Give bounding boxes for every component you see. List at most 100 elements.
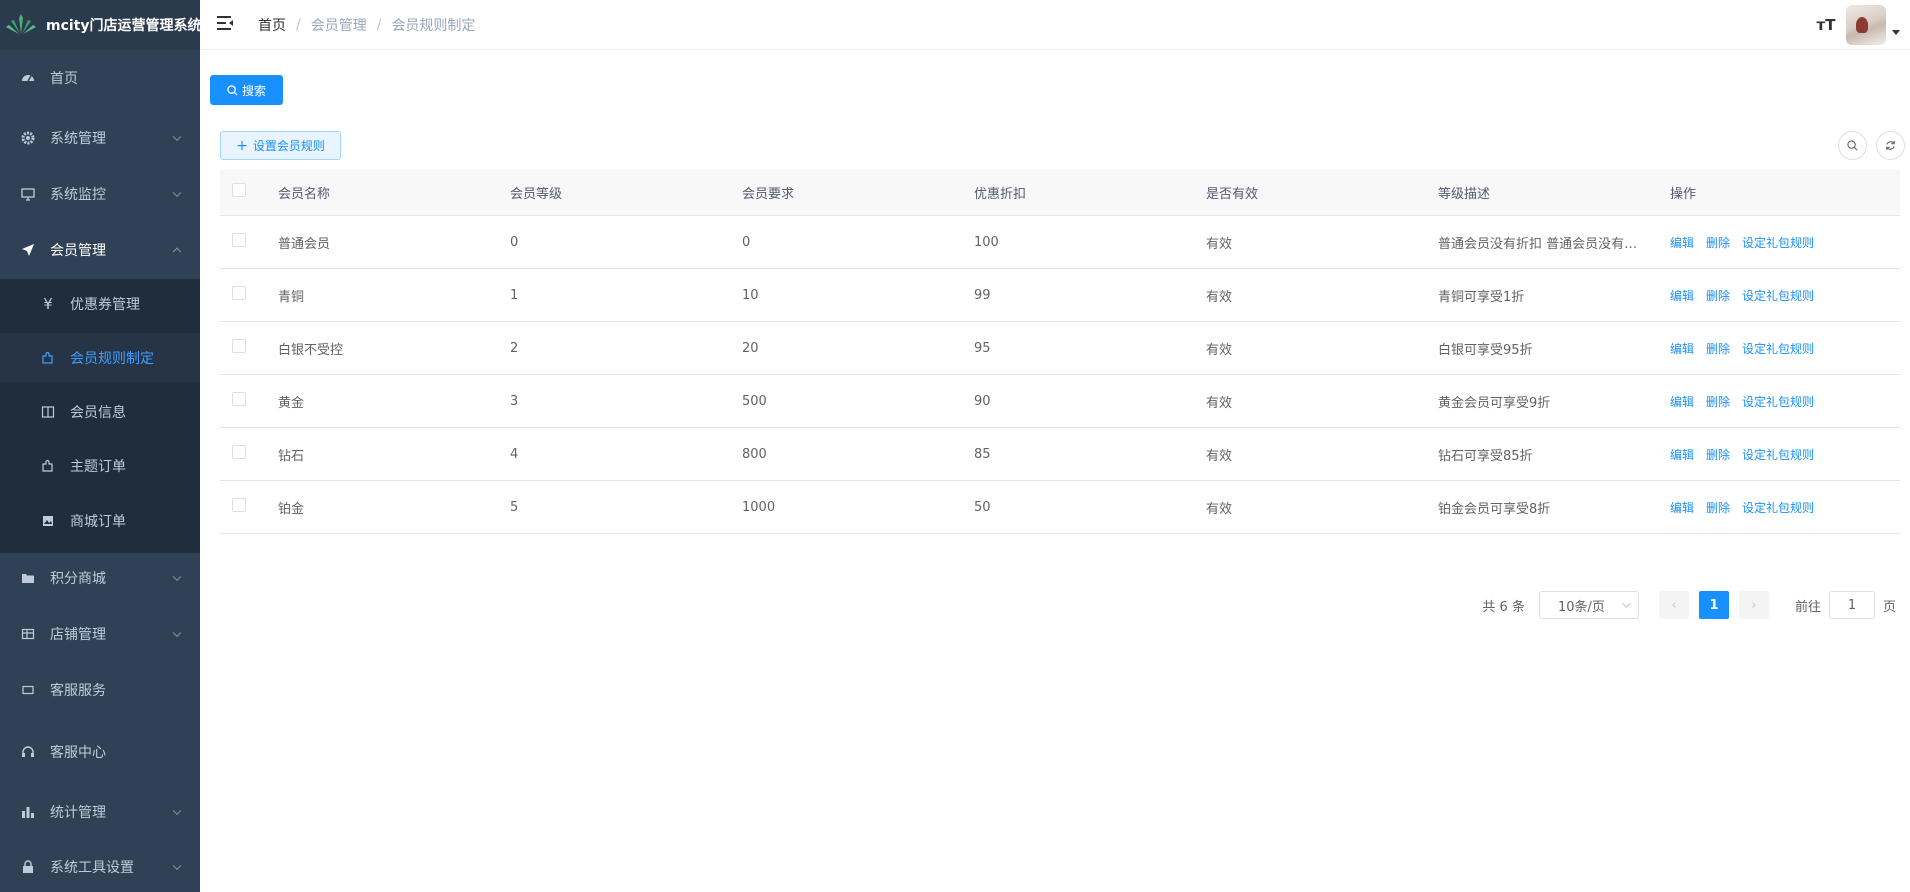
chevron-down-icon bbox=[1622, 599, 1631, 608]
sidebar-item-monitor[interactable]: 系统监控 bbox=[0, 169, 200, 219]
row-checkbox[interactable] bbox=[232, 392, 246, 406]
edit-link[interactable]: 编辑 bbox=[1670, 342, 1694, 356]
breadcrumb-current: 会员规则制定 bbox=[391, 17, 476, 34]
sidebar-item-cs-center[interactable]: 客服中心 bbox=[0, 727, 200, 777]
next-page-button[interactable]: › bbox=[1738, 591, 1769, 619]
sidebar-item-coupon[interactable]: ¥ 优惠券管理 bbox=[0, 279, 200, 329]
cell-valid: 有效 bbox=[1206, 236, 1233, 252]
delete-link[interactable]: 删除 bbox=[1706, 342, 1730, 356]
sidebar-item-tools[interactable]: 系统工具设置 bbox=[0, 842, 200, 892]
cell-level-description: 铂金会员可享受8折 bbox=[1438, 501, 1551, 517]
cell-member-name: 钻石 bbox=[278, 448, 305, 464]
chevron-down-icon bbox=[172, 132, 182, 142]
row-checkbox[interactable] bbox=[232, 286, 246, 300]
edit-link[interactable]: 编辑 bbox=[1670, 501, 1694, 515]
sidebar-item-label: 首页 bbox=[50, 71, 78, 87]
toggle-search-button[interactable] bbox=[1838, 131, 1867, 160]
cell-discount: 100 bbox=[974, 234, 999, 250]
row-checkbox[interactable] bbox=[232, 498, 246, 512]
sidebar-item-member-rules[interactable]: 会员规则制定 bbox=[0, 333, 200, 382]
delete-link[interactable]: 删除 bbox=[1706, 501, 1730, 515]
edit-link[interactable]: 编辑 bbox=[1670, 289, 1694, 303]
table-row: 普通会员 0 0 100 有效 普通会员没有折扣 普通会员没有折扣 编辑 删除 设定… bbox=[220, 216, 1900, 269]
cell-operations: 编辑 删除 设定礼包规则 bbox=[1660, 446, 1900, 463]
sidebar-item-store[interactable]: 店铺管理 bbox=[0, 609, 200, 659]
sidebar-item-theme-orders[interactable]: 主题订单 bbox=[0, 441, 200, 491]
row-checkbox[interactable] bbox=[232, 339, 246, 353]
sidebar-item-label: 主题订单 bbox=[70, 459, 126, 475]
breadcrumb-home[interactable]: 首页 bbox=[258, 15, 286, 35]
select-all-checkbox[interactable] bbox=[232, 183, 246, 197]
table-row: 青铜 1 10 99 有效 青铜可享受1折 编辑 删除 设定礼包规则 bbox=[220, 269, 1900, 322]
table-row: 铂金 5 1000 50 有效 铂金会员可享受8折 编辑 删除 设定礼包规则 bbox=[220, 481, 1900, 534]
book-icon bbox=[40, 404, 56, 420]
sidebar-item-member-info[interactable]: 会员信息 bbox=[0, 387, 200, 437]
cell-member-level: 1 bbox=[510, 287, 519, 303]
sidebar-item-label: 优惠券管理 bbox=[70, 297, 140, 313]
delete-link[interactable]: 删除 bbox=[1706, 236, 1730, 250]
breadcrumb-separator: / bbox=[376, 16, 382, 33]
hamburger-button[interactable] bbox=[200, 0, 250, 50]
prev-page-button[interactable]: ‹ bbox=[1658, 591, 1689, 619]
gift-rule-link[interactable]: 设定礼包规则 bbox=[1742, 395, 1814, 409]
page-number-current[interactable]: 1 bbox=[1698, 591, 1729, 619]
sidebar-item-label: 店铺管理 bbox=[50, 627, 106, 643]
sidebar-item-points-mall[interactable]: 积分商城 bbox=[0, 553, 200, 603]
gift-rule-link[interactable]: 设定礼包规则 bbox=[1742, 448, 1814, 462]
sidebar-item-home[interactable]: 首页 bbox=[0, 53, 200, 103]
chevron-down-icon bbox=[172, 572, 182, 582]
chevron-down-icon bbox=[172, 628, 182, 638]
sidebar-item-member[interactable]: 会员管理 bbox=[0, 225, 200, 275]
column-header: 会员等级 bbox=[510, 186, 563, 202]
delete-link[interactable]: 删除 bbox=[1706, 395, 1730, 409]
edit-link[interactable]: 编辑 bbox=[1670, 395, 1694, 409]
sidebar-item-cs-service[interactable]: 客服服务 bbox=[0, 665, 200, 715]
gift-rule-link[interactable]: 设定礼包规则 bbox=[1742, 342, 1814, 356]
headset-icon bbox=[20, 744, 36, 760]
cell-member-requirement: 500 bbox=[742, 393, 767, 409]
cell-member-name: 普通会员 bbox=[278, 236, 331, 252]
goto-page-input[interactable] bbox=[1828, 591, 1875, 619]
delete-link[interactable]: 删除 bbox=[1706, 448, 1730, 462]
row-check-cell bbox=[220, 233, 268, 251]
sidebar-item-mall-orders[interactable]: 商城订单 bbox=[0, 496, 200, 546]
table-row: 黄金 3 500 90 有效 黄金会员可享受9折 编辑 删除 设定礼包规则 bbox=[220, 375, 1900, 428]
row-check-cell bbox=[220, 445, 268, 463]
sidebar-item-system[interactable]: 系统管理 bbox=[0, 113, 200, 163]
sidebar-item-stats[interactable]: 统计管理 bbox=[0, 787, 200, 837]
refresh-button[interactable] bbox=[1876, 131, 1905, 160]
hamburger-icon bbox=[216, 15, 234, 35]
cell-member-requirement: 0 bbox=[742, 234, 751, 250]
search-button[interactable]: 搜索 bbox=[210, 75, 283, 105]
gift-rule-link[interactable]: 设定礼包规则 bbox=[1742, 289, 1814, 303]
paper-plane-icon bbox=[20, 242, 36, 258]
avatar[interactable] bbox=[1846, 5, 1886, 45]
column-header: 是否有效 bbox=[1206, 186, 1259, 202]
edit-link[interactable]: 编辑 bbox=[1670, 236, 1694, 250]
page-size-select[interactable]: 10条/页 bbox=[1538, 591, 1639, 619]
table-header: 会员名称 会员等级 会员要求 优惠折扣 是否有效 等级描述 操作 bbox=[220, 169, 1900, 216]
gift-rule-link[interactable]: 设定礼包规则 bbox=[1742, 501, 1814, 515]
add-member-rule-button[interactable]: + 设置会员规则 bbox=[220, 131, 341, 160]
cell-member-requirement: 1000 bbox=[742, 499, 776, 515]
cell-member-level: 4 bbox=[510, 446, 519, 462]
font-size-icon[interactable]: тT bbox=[1806, 16, 1846, 34]
row-checkbox[interactable] bbox=[232, 233, 246, 247]
cell-valid: 有效 bbox=[1206, 448, 1233, 464]
gift-rule-link[interactable]: 设定礼包规则 bbox=[1742, 236, 1814, 250]
card-icon bbox=[20, 682, 36, 698]
delete-link[interactable]: 删除 bbox=[1706, 289, 1730, 303]
chevron-up-icon bbox=[172, 247, 182, 257]
select-all-cell bbox=[220, 183, 268, 201]
caret-down-icon[interactable] bbox=[1892, 29, 1900, 35]
member-rules-table: 会员名称 会员等级 会员要求 优惠折扣 是否有效 等级描述 操作 普通会员 0 … bbox=[220, 169, 1900, 534]
edit-link[interactable]: 编辑 bbox=[1670, 448, 1694, 462]
add-button-label: 设置会员规则 bbox=[252, 139, 325, 153]
table-row: 钻石 4 800 85 有效 钻石可享受85折 编辑 删除 设定礼包规则 bbox=[220, 428, 1900, 481]
sidebar-item-label: 会员管理 bbox=[50, 243, 106, 259]
table-row: 白银不受控 2 20 95 有效 白银可享受95折 编辑 删除 设定礼包规则 bbox=[220, 322, 1900, 375]
cell-valid: 有效 bbox=[1206, 289, 1233, 305]
row-checkbox[interactable] bbox=[232, 445, 246, 459]
puzzle-icon bbox=[40, 458, 56, 474]
yen-icon: ¥ bbox=[43, 295, 53, 313]
